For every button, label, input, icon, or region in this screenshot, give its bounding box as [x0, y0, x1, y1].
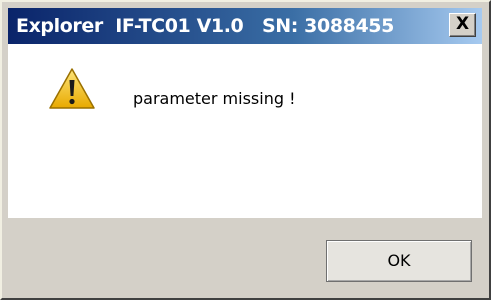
window-title: Explorer IF-TC01 V1.0 SN: 3088455	[16, 15, 394, 37]
warning-icon	[49, 68, 95, 109]
message-dialog: Explorer IF-TC01 V1.0 SN: 3088455 X para…	[0, 0, 491, 300]
message-text: parameter missing !	[133, 89, 296, 108]
ok-button[interactable]: OK	[326, 240, 472, 282]
close-button[interactable]: X	[449, 13, 476, 37]
title-bar[interactable]: Explorer IF-TC01 V1.0 SN: 3088455 X	[8, 8, 482, 44]
